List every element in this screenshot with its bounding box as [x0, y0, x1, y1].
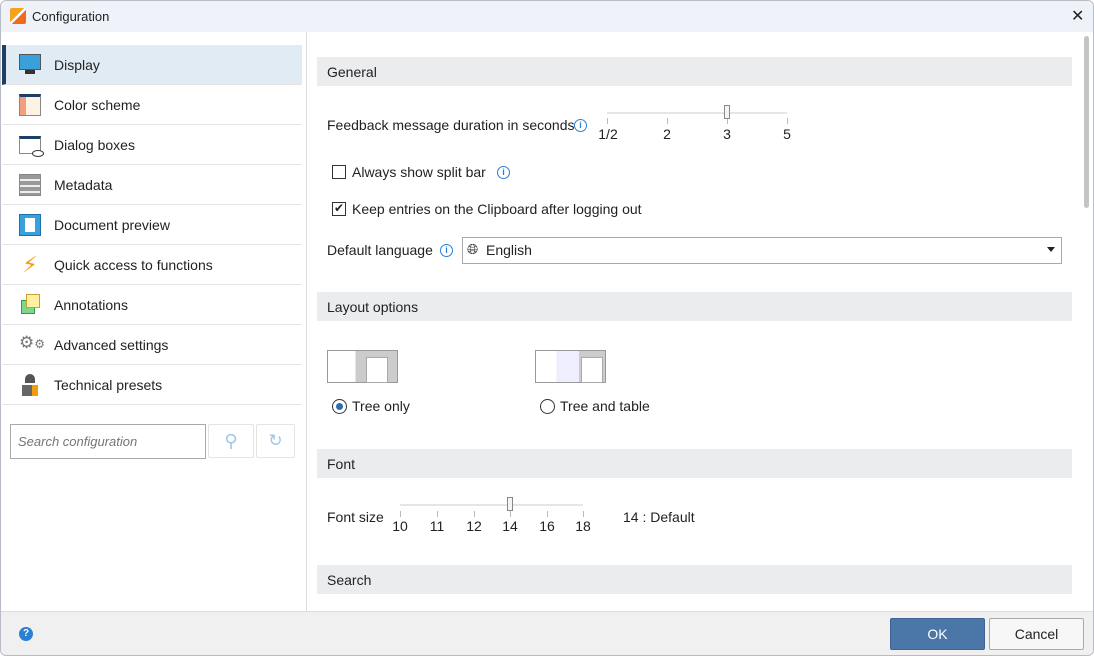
sidebar-item-display[interactable]: Display	[2, 45, 302, 85]
sidebar-item-label: Color scheme	[54, 96, 141, 113]
ok-button[interactable]: OK	[890, 618, 985, 650]
clipboard-label: Keep entries on the Clipboard after logg…	[352, 201, 642, 217]
clipboard-checkbox[interactable]: ✔	[332, 202, 346, 216]
sidebar-item-document-preview[interactable]: Document preview	[2, 205, 302, 245]
search-configuration-input[interactable]	[10, 424, 206, 459]
lightning-icon: ⚡	[22, 252, 38, 277]
tick-label: 10	[392, 518, 408, 534]
default-language-label: Default language	[327, 242, 433, 258]
metadata-icon	[19, 174, 41, 196]
window-title: Configuration	[32, 9, 110, 24]
sidebar-item-label: Technical presets	[54, 376, 163, 393]
sidebar-item-label: Advanced settings	[54, 336, 169, 353]
font-size-value: 14 : Default	[623, 509, 695, 525]
tick-label: 1/2	[598, 126, 618, 142]
sidebar-item-label: Quick access to functions	[54, 256, 213, 273]
info-icon[interactable]: i	[497, 166, 510, 179]
tick-label: 18	[575, 518, 591, 534]
tick-label: 3	[723, 126, 731, 142]
chevron-down-icon	[1047, 247, 1055, 252]
dialog-footer: ? OK Cancel	[1, 611, 1093, 655]
reset-search-button[interactable]: ↻	[256, 424, 295, 458]
sidebar-item-annotations[interactable]: Annotations	[2, 285, 302, 325]
default-language-dropdown[interactable]: 🌐︎ English	[462, 237, 1062, 264]
globe-icon: 🌐︎	[467, 241, 479, 257]
sidebar: Display Color scheme Dialog boxes Metada…	[2, 32, 307, 611]
tree-only-radio[interactable]	[332, 399, 347, 414]
tick-label: 14	[502, 518, 518, 534]
help-icon[interactable]: ?	[19, 627, 33, 641]
info-icon[interactable]: i	[574, 119, 587, 132]
tick-label: 12	[466, 518, 482, 534]
font-size-label: Font size	[327, 509, 384, 525]
sidebar-item-label: Display	[54, 56, 100, 73]
tree-only-preview-icon	[327, 350, 398, 383]
sidebar-item-label: Metadata	[54, 176, 113, 193]
cancel-button[interactable]: Cancel	[989, 618, 1084, 650]
configuration-dialog: Configuration ✕ Display Color scheme Dia…	[0, 0, 1094, 656]
tick-label: 2	[663, 126, 671, 142]
sidebar-item-quick-access[interactable]: ⚡ Quick access to functions	[2, 245, 302, 285]
dialog-eye-icon	[19, 136, 44, 157]
sidebar-item-label: Annotations	[54, 296, 128, 313]
section-search-header: Search	[317, 565, 1072, 594]
slider-thumb[interactable]	[507, 497, 513, 511]
reset-icon: ↻	[268, 431, 283, 450]
color-scheme-icon	[19, 94, 41, 116]
sidebar-item-label: Document preview	[54, 216, 170, 233]
gears-icon: ⚙⚙	[19, 333, 46, 352]
section-layout-header: Layout options	[317, 292, 1072, 321]
tick-label: 11	[429, 518, 445, 534]
split-bar-label: Always show split bar	[352, 164, 486, 180]
app-logo-icon	[10, 8, 26, 24]
info-icon[interactable]: i	[440, 244, 453, 257]
magnifier-icon: ⚲	[224, 431, 238, 451]
section-general-header: General	[317, 57, 1072, 86]
feedback-duration-label: Feedback message duration in seconds	[327, 117, 575, 133]
tick-label: 16	[539, 518, 555, 534]
selected-language: English	[486, 242, 532, 258]
sticky-note-icon	[19, 294, 41, 316]
split-bar-checkbox[interactable]	[332, 165, 346, 179]
slider-thumb[interactable]	[724, 105, 730, 119]
tree-only-label: Tree only	[352, 398, 410, 414]
tick-label: 5	[783, 126, 791, 142]
sidebar-item-technical-presets[interactable]: Technical presets	[2, 365, 302, 405]
sidebar-item-dialog-boxes[interactable]: Dialog boxes	[2, 125, 302, 165]
section-font-header: Font	[317, 449, 1072, 478]
close-button[interactable]: ✕	[1071, 6, 1084, 26]
sidebar-item-advanced-settings[interactable]: ⚙⚙ Advanced settings	[2, 325, 302, 365]
sidebar-item-label: Dialog boxes	[54, 136, 135, 153]
monitor-icon	[19, 54, 41, 76]
title-bar: Configuration ✕	[1, 1, 1093, 32]
tree-and-table-label: Tree and table	[560, 398, 650, 414]
tree-and-table-radio[interactable]	[540, 399, 555, 414]
tree-and-table-preview-icon	[535, 350, 606, 383]
sidebar-item-color-scheme[interactable]: Color scheme	[2, 85, 302, 125]
sidebar-item-metadata[interactable]: Metadata	[2, 165, 302, 205]
technician-icon	[19, 374, 41, 396]
search-button[interactable]: ⚲	[208, 424, 254, 458]
document-icon	[19, 214, 41, 236]
scrollbar-thumb[interactable]	[1084, 36, 1089, 208]
